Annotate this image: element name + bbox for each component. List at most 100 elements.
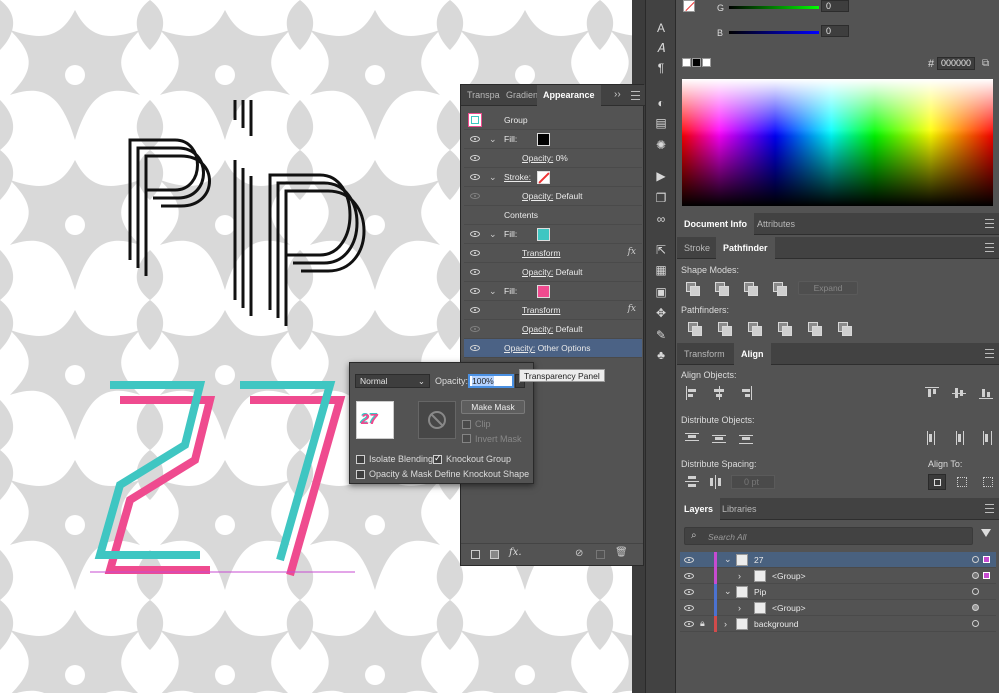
opacity-link[interactable]: Opacity: [522, 267, 553, 277]
effect-link[interactable]: Transform [522, 248, 560, 258]
chevron-down-icon[interactable]: ⌄ [489, 134, 497, 145]
exclude-button[interactable] [772, 281, 787, 296]
appearance-row-opacity-selected[interactable]: Opacity: Other Options [464, 339, 642, 358]
fx-icon[interactable]: fx [628, 304, 636, 314]
opacity-link[interactable]: Opacity: [522, 324, 553, 334]
tab-pathfinder[interactable]: Pathfinder [716, 237, 775, 259]
appearance-row-opacity[interactable]: Opacity: Default [464, 263, 642, 282]
layer-name[interactable]: Pip [754, 587, 766, 597]
row-label[interactable]: Stroke: [504, 172, 531, 182]
links-icon[interactable]: ∞ [653, 211, 669, 227]
collapse-icon[interactable]: ›› [614, 89, 621, 100]
gradient-icon[interactable]: ◐ [653, 95, 669, 111]
mask-thumbnail[interactable] [418, 401, 456, 439]
tab-libraries[interactable]: Libraries [715, 498, 764, 520]
layer-name[interactable]: 27 [754, 555, 763, 565]
color-spectrum[interactable] [682, 79, 993, 206]
visibility-eye-icon[interactable] [470, 307, 480, 313]
dist-space-h-button[interactable] [709, 475, 723, 489]
appearance-icon[interactable]: ✺ [653, 137, 669, 153]
chevron-down-icon[interactable]: ⌄ [724, 554, 732, 565]
add-effect-icon[interactable]: fx. [509, 547, 522, 558]
brushes-icon[interactable]: ✎ [653, 327, 669, 343]
visibility-eye-icon[interactable] [470, 231, 480, 237]
filter-icon[interactable] [981, 529, 991, 537]
visibility-eye-icon[interactable] [470, 174, 480, 180]
paragraph-style-icon[interactable]: 𝐴 [653, 40, 669, 56]
g-slider[interactable] [729, 6, 819, 9]
merge-button[interactable] [747, 321, 762, 336]
align-bottom-button[interactable] [979, 386, 993, 400]
visibility-eye-icon[interactable] [684, 573, 694, 579]
align-vcenter-button[interactable] [952, 386, 966, 400]
visibility-eye-icon[interactable] [470, 250, 480, 256]
visibility-eye-icon[interactable] [684, 621, 694, 627]
make-mask-button[interactable]: Make Mask [461, 400, 525, 414]
lock-icon[interactable]: 🔒︎ [700, 618, 705, 629]
visibility-eye-icon[interactable] [470, 326, 480, 332]
unite-button[interactable] [685, 281, 700, 296]
visibility-eye-icon[interactable] [470, 288, 480, 294]
layer-name[interactable]: <Group> [772, 603, 806, 613]
add-stroke-icon[interactable] [471, 550, 480, 559]
dist-hcenter-button[interactable] [952, 431, 966, 445]
fill-color-swatch[interactable] [537, 228, 550, 241]
outline-button[interactable] [807, 321, 822, 336]
align-right-button[interactable] [739, 386, 753, 400]
visibility-eye-icon[interactable] [470, 193, 480, 199]
dist-space-v-button[interactable] [685, 475, 699, 489]
appearance-row-fill[interactable]: ⌄ Fill: [464, 282, 642, 301]
tab-layers[interactable]: Layers [677, 498, 721, 520]
character-icon[interactable]: A [653, 20, 669, 36]
visibility-eye-icon[interactable] [684, 605, 694, 611]
opacity-link[interactable]: Opacity: [522, 191, 553, 201]
layer-row[interactable]: ⌄ 27 [680, 552, 996, 568]
black-color-icon[interactable] [692, 58, 701, 67]
artboards-icon[interactable]: ❐ [653, 190, 669, 206]
selection-indicator[interactable] [983, 556, 990, 563]
b-value-field[interactable]: 0 [821, 25, 849, 37]
clip-checkbox[interactable] [462, 420, 471, 429]
tab-attributes[interactable]: Attributes [750, 213, 802, 235]
g-value-field[interactable]: 0 [821, 0, 849, 12]
white-color-icon[interactable] [702, 58, 711, 67]
align-to-artboard-button[interactable] [983, 477, 993, 487]
chevron-down-icon[interactable]: ⌄ [489, 286, 497, 297]
target-circle-icon[interactable] [972, 604, 979, 611]
fx-icon[interactable]: fx [628, 247, 636, 257]
fill-color-swatch[interactable] [537, 285, 550, 298]
layer-row[interactable]: 🔒︎ › background [680, 616, 996, 632]
dist-top-button[interactable] [685, 431, 699, 445]
align-hcenter-button[interactable] [712, 386, 726, 400]
minus-front-button[interactable] [714, 281, 729, 296]
panel-menu-icon[interactable] [985, 219, 994, 228]
appearance-row-effect[interactable]: Transform fx [464, 244, 642, 263]
duplicate-item-icon[interactable] [596, 550, 605, 559]
visibility-eye-icon[interactable] [470, 269, 480, 275]
panel-menu-icon[interactable] [985, 504, 994, 513]
chevron-down-icon[interactable]: ⌄ [489, 229, 497, 240]
visibility-eye-icon[interactable] [470, 136, 480, 142]
layer-row[interactable]: › <Group> [680, 568, 996, 584]
appearance-row-effect[interactable]: Transform fx [464, 301, 642, 320]
panel-menu-icon[interactable] [631, 91, 640, 100]
spacing-field[interactable]: 0 pt [731, 475, 775, 489]
hex-field[interactable]: 000000 [937, 57, 975, 70]
b-slider[interactable] [729, 31, 819, 34]
align-to-selection-button[interactable] [957, 477, 967, 487]
layer-name[interactable]: background [754, 619, 798, 629]
appearance-row-fill[interactable]: ⌄ Fill: [464, 225, 642, 244]
panel-menu-icon[interactable] [985, 349, 994, 358]
chevron-right-icon[interactable]: › [724, 619, 727, 629]
appearance-row-opacity[interactable]: Opacity: 0% [464, 149, 642, 168]
clear-appearance-icon[interactable]: ⊘ [575, 548, 583, 559]
tab-appearance[interactable]: Appearance [537, 85, 601, 106]
visibility-eye-icon[interactable] [470, 345, 480, 351]
trim-button[interactable] [717, 321, 732, 336]
visibility-eye-icon[interactable] [470, 155, 480, 161]
opacity-link[interactable]: Opacity: [522, 153, 553, 163]
paragraph-icon[interactable]: ¶ [653, 60, 669, 76]
effect-link[interactable]: Transform [522, 305, 560, 315]
image-trace-icon[interactable]: ▣ [653, 284, 669, 300]
symbols-icon[interactable]: ♣ [653, 347, 669, 363]
